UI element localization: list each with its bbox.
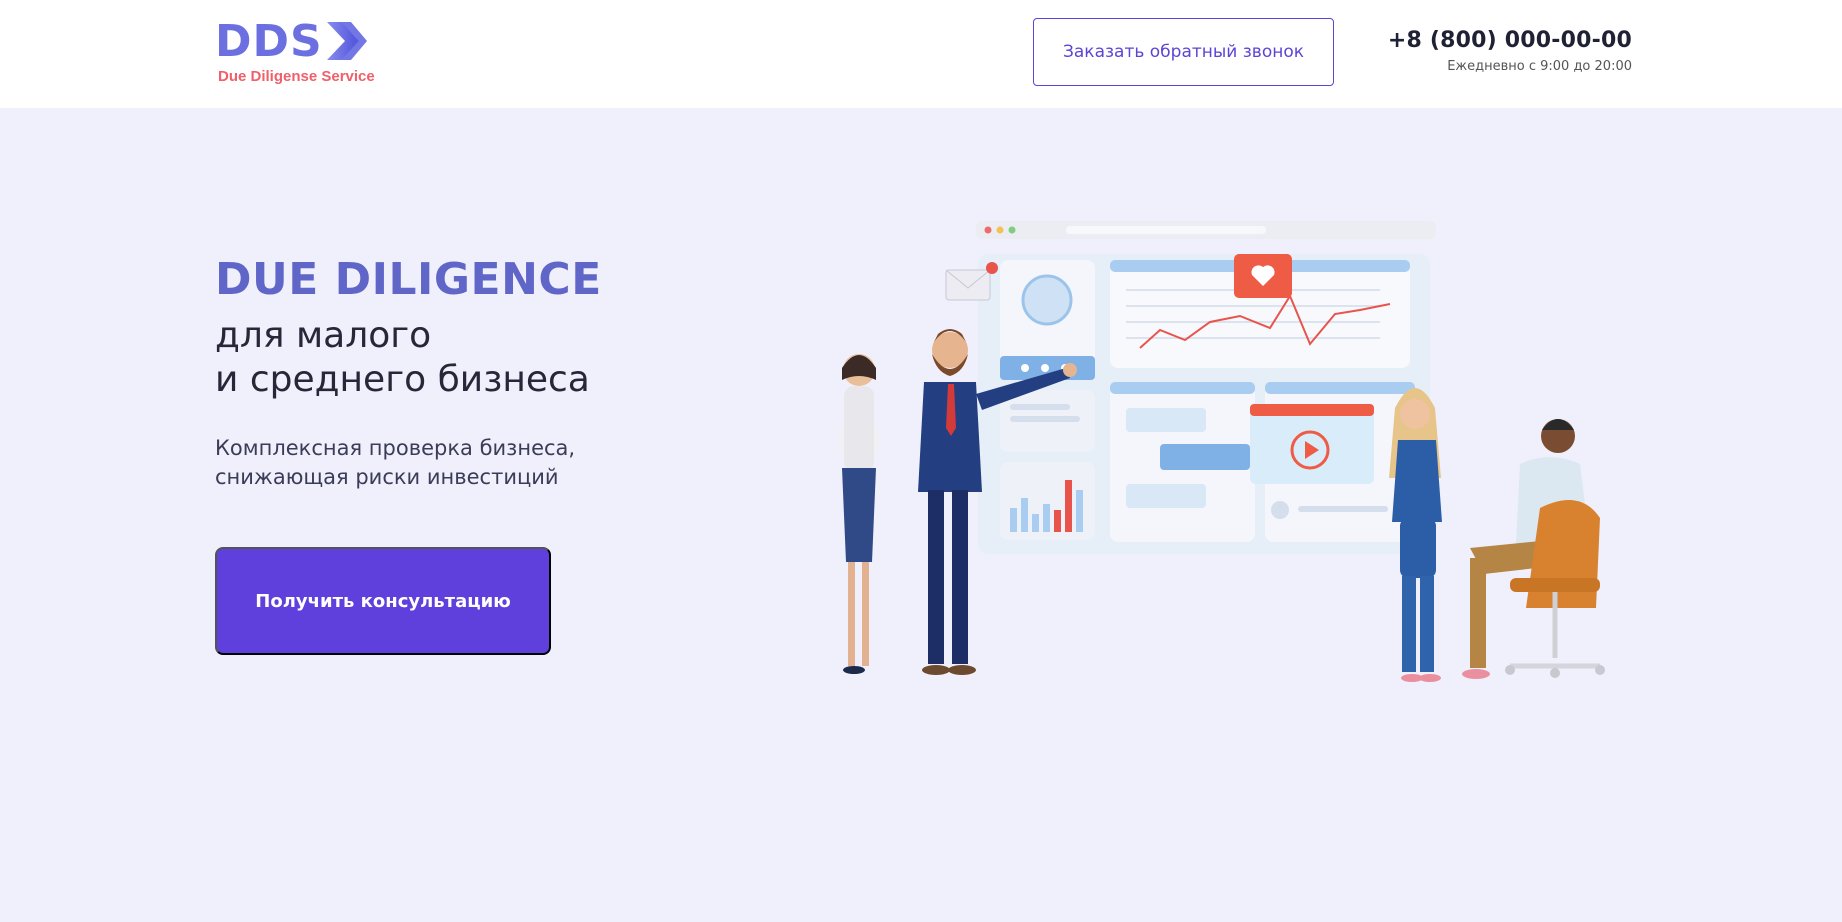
man-sitting-figure	[1462, 419, 1605, 679]
phone-number[interactable]: +8 (800) 000-00-00	[1388, 28, 1632, 53]
logo-arrow-icon	[327, 22, 367, 60]
browser-dot	[1008, 226, 1016, 234]
request-callback-button[interactable]: Заказать обратный звонок	[1033, 18, 1334, 86]
hero-subtitle-line: и среднего бизнеса	[215, 359, 590, 400]
hero-description-line: снижающая риски инвестиций	[215, 465, 559, 489]
logo-tagline: Due Diligense Service	[218, 68, 375, 85]
chat-icon	[1041, 364, 1049, 372]
hero-section: DUE DILIGENCE для малого и среднего бизн…	[0, 108, 1842, 922]
hero-description-line: Комплексная проверка бизнеса,	[215, 436, 576, 460]
hero-subtitle-line: для малого	[215, 315, 432, 356]
team-dashboard-illustration	[839, 221, 1605, 682]
mail-icon	[945, 269, 991, 301]
get-consultation-button[interactable]: Получить консультацию	[215, 547, 551, 655]
avatar	[1021, 274, 1073, 326]
contact-block: +8 (800) 000-00-00 Ежедневно с 9:00 до 2…	[1388, 28, 1632, 74]
browser-address	[1066, 226, 1266, 234]
phone-icon	[1021, 364, 1029, 372]
site-header: DDS Due Diligense Service Заказать обрат…	[0, 0, 1842, 108]
logo[interactable]: DDS Due Diligense Service	[215, 20, 405, 86]
hero-title: DUE DILIGENCE	[215, 254, 602, 305]
logo-wordmark: DDS	[215, 16, 323, 67]
hero-description: Комплексная проверка бизнеса, снижающая …	[215, 434, 575, 492]
browser-dot	[984, 226, 992, 234]
browser-dot	[996, 226, 1004, 234]
working-hours: Ежедневно с 9:00 до 20:00	[1447, 59, 1632, 74]
woman-left-figure	[839, 354, 879, 674]
hero-subtitle: для малого и среднего бизнеса	[215, 314, 590, 402]
